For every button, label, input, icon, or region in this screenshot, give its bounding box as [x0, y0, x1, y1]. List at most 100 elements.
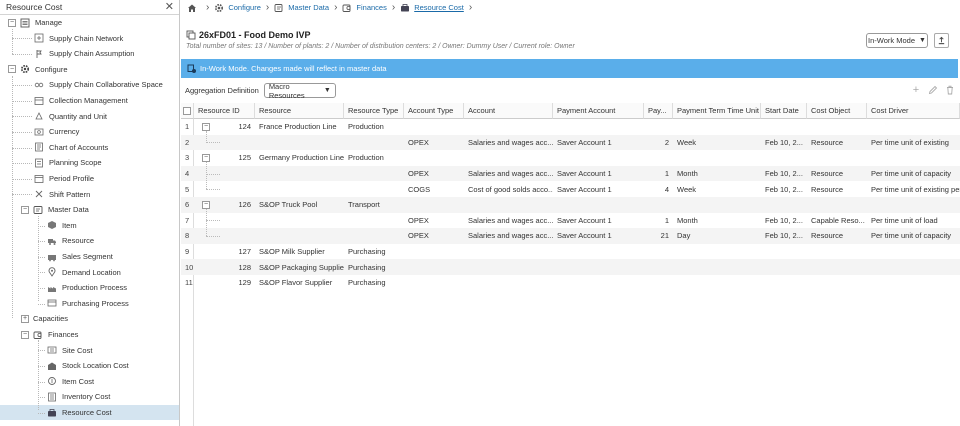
tree-item-master-data[interactable]: − Master Data — [0, 202, 179, 217]
cell-pay[interactable] — [644, 275, 673, 291]
table-row[interactable]: 3 − 125 Germany Production Line Production — [181, 150, 960, 166]
tree-item-sales-segment[interactable]: Sales Segment — [0, 249, 179, 264]
cell-account[interactable]: Salaries and wages acc... — [464, 135, 553, 151]
close-icon[interactable]: ✕ — [165, 1, 174, 13]
cell-pay[interactable]: 2 — [644, 135, 673, 151]
cell-type[interactable]: Purchasing — [344, 275, 404, 291]
cell-acct-type[interactable]: OPEX — [404, 213, 464, 229]
cell-pay-acct[interactable] — [553, 119, 644, 135]
column-header-account-type[interactable]: Account Type — [404, 103, 464, 119]
cell-driver[interactable] — [867, 275, 960, 291]
cell-cost-obj[interactable] — [807, 197, 867, 213]
cell-cost-obj[interactable] — [807, 259, 867, 275]
cell-acct-type[interactable]: OPEX — [404, 166, 464, 182]
export-button[interactable] — [934, 33, 949, 48]
cell-driver[interactable] — [867, 259, 960, 275]
collapse-icon[interactable]: − — [202, 122, 210, 131]
cell-cost-obj[interactable] — [807, 150, 867, 166]
table-row[interactable]: 1 − 124 France Production Line Production — [181, 119, 960, 135]
cell-cost-obj[interactable]: Capable Reso... — [807, 213, 867, 229]
column-header-pay[interactable]: Pay... — [644, 103, 673, 119]
cell-type[interactable]: Purchasing — [344, 259, 404, 275]
tree-item-purchasing-process[interactable]: Purchasing Process — [0, 296, 179, 311]
cell-cost-obj[interactable] — [807, 119, 867, 135]
cell-pay-acct[interactable] — [553, 259, 644, 275]
cell-account[interactable]: Salaries and wages acc... — [464, 213, 553, 229]
breadcrumb-configure[interactable]: Configure — [228, 3, 261, 12]
cell-acct-type[interactable] — [404, 197, 464, 213]
cell-pay-acct[interactable]: Saver Account 1 — [553, 213, 644, 229]
cell-id[interactable] — [194, 166, 255, 182]
collapse-icon[interactable]: − — [202, 200, 210, 209]
cell-type[interactable] — [344, 135, 404, 151]
cell-id[interactable]: 128 — [194, 259, 255, 275]
cell-resource[interactable] — [255, 213, 344, 229]
tree-item-capacities[interactable]: + Capacities — [0, 311, 179, 326]
cell-resource[interactable]: Germany Production Line — [255, 150, 344, 166]
cell-driver[interactable] — [867, 119, 960, 135]
cell-acct-type[interactable]: OPEX — [404, 135, 464, 151]
cell-id[interactable]: 127 — [194, 244, 255, 260]
table-row[interactable]: 2 OPEX Salaries and wages acc... Saver Acco… — [181, 134, 960, 151]
cell-pay-acct[interactable]: Saver Account 1 — [553, 135, 644, 151]
cell-start[interactable]: Feb 10, 2... — [761, 213, 807, 229]
breadcrumb-finances[interactable]: Finances — [356, 3, 386, 12]
cell-pay-acct[interactable] — [553, 244, 644, 260]
cell-pay-acct[interactable]: Saver Account 1 — [553, 228, 644, 244]
cell-acct-type[interactable]: COGS — [404, 181, 464, 197]
cell-id[interactable]: − 126 — [194, 197, 255, 213]
cell-start[interactable]: Feb 10, 2... — [761, 135, 807, 151]
cell-driver[interactable]: Per time unit of capacity — [867, 228, 960, 244]
cell-resource[interactable]: France Production Line — [255, 119, 344, 135]
table-row[interactable]: 11 129 S&OP Flavor Supplier Purchasing — [181, 275, 960, 291]
cell-pay[interactable] — [644, 244, 673, 260]
cell-resource[interactable] — [255, 228, 344, 244]
cell-unit[interactable] — [673, 150, 761, 166]
cell-acct-type[interactable] — [404, 259, 464, 275]
cell-cost-obj[interactable]: Resource — [807, 181, 867, 197]
home-icon[interactable] — [187, 3, 197, 13]
tree-item-configure[interactable]: − Configure — [0, 62, 179, 77]
cell-pay[interactable]: 1 — [644, 166, 673, 182]
cell-pay[interactable] — [644, 197, 673, 213]
cell-id[interactable] — [194, 213, 255, 229]
cell-unit[interactable] — [673, 119, 761, 135]
column-header-payment-account[interactable]: Payment Account — [553, 103, 644, 119]
column-header-account[interactable]: Account — [464, 103, 553, 119]
cell-cost-obj[interactable] — [807, 275, 867, 291]
cell-resource[interactable]: S&OP Flavor Supplier — [255, 275, 344, 291]
table-row[interactable]: 4 OPEX Salaries and wages acc... Saver Acco… — [181, 165, 960, 182]
cell-unit[interactable]: Month — [673, 213, 761, 229]
collapse-icon[interactable]: − — [8, 65, 16, 74]
cell-driver[interactable]: Per time unit of load — [867, 213, 960, 229]
collapse-icon[interactable]: − — [202, 153, 210, 162]
cell-start[interactable] — [761, 259, 807, 275]
column-header-payment-term-time-unit[interactable]: Payment Term Time Unit — [673, 103, 761, 119]
tree-item-resource[interactable]: Resource — [0, 233, 179, 248]
column-header-cost-driver[interactable]: Cost Driver — [867, 103, 960, 119]
edit-icon[interactable] — [927, 84, 939, 96]
cell-account[interactable] — [464, 150, 553, 166]
mode-dropdown[interactable]: In-Work Mode ▼ — [866, 33, 928, 48]
cell-unit[interactable]: Week — [673, 135, 761, 151]
cell-pay-acct[interactable] — [553, 150, 644, 166]
cell-start[interactable]: Feb 10, 2... — [761, 228, 807, 244]
tree-item-site-cost[interactable]: Site Cost — [0, 343, 179, 358]
cell-account[interactable] — [464, 244, 553, 260]
select-all-checkbox[interactable] — [181, 103, 194, 119]
cell-unit[interactable]: Month — [673, 166, 761, 182]
column-header-resource-type[interactable]: Resource Type — [344, 103, 404, 119]
cell-start[interactable] — [761, 244, 807, 260]
table-row[interactable]: 8 OPEX Salaries and wages acc... Saver Acco… — [181, 228, 960, 244]
cell-account[interactable] — [464, 275, 553, 291]
cell-type[interactable] — [344, 166, 404, 182]
cell-resource[interactable]: S&OP Packaging Supplier — [255, 259, 344, 275]
cell-resource[interactable]: S&OP Truck Pool — [255, 197, 344, 213]
cell-start[interactable] — [761, 119, 807, 135]
cell-cost-obj[interactable]: Resource — [807, 135, 867, 151]
cell-acct-type[interactable]: OPEX — [404, 228, 464, 244]
cell-unit[interactable]: Day — [673, 228, 761, 244]
cell-type[interactable] — [344, 181, 404, 197]
cell-driver[interactable] — [867, 244, 960, 260]
cell-type[interactable]: Production — [344, 119, 404, 135]
